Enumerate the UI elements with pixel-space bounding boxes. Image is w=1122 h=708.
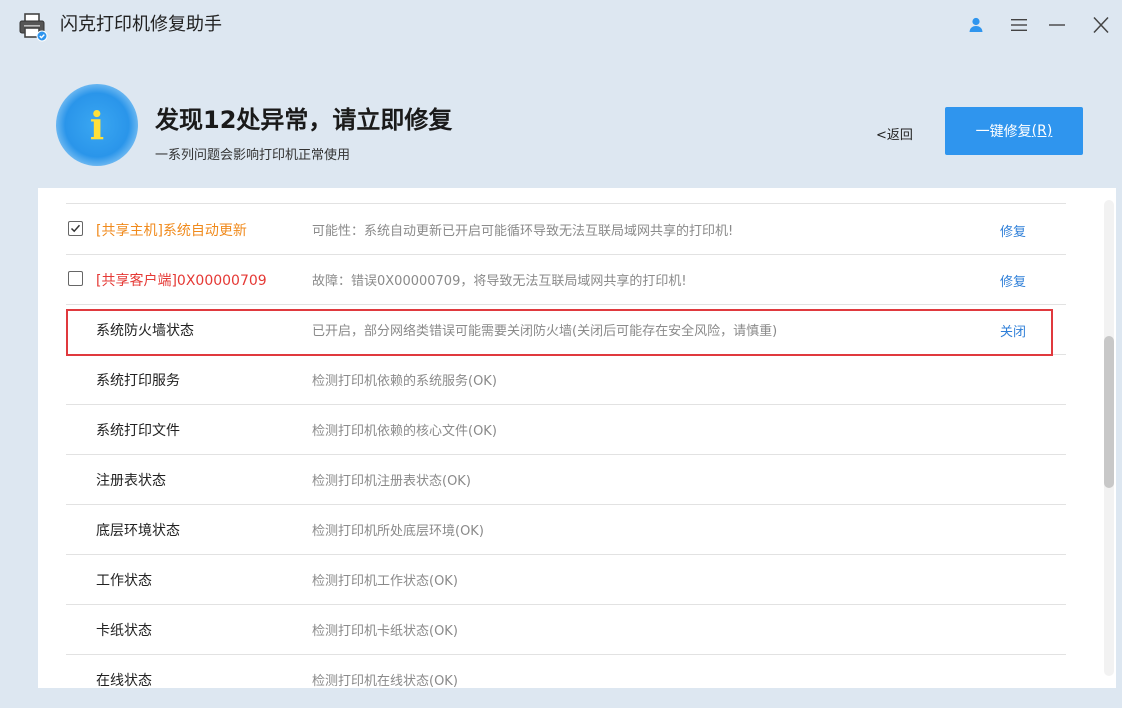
fix-button-label: 一键修复	[975, 124, 1032, 140]
row-name: 在线状态	[96, 673, 152, 688]
status-header: i 发现12处异常，请立即修复 一系列问题会影响打印机正常使用 <返回 一键修复…	[0, 52, 1122, 188]
info-icon: i	[56, 84, 138, 166]
user-icon[interactable]	[964, 12, 988, 38]
row-name: [共享主机]系统自动更新	[96, 223, 247, 239]
info-glyph: i	[89, 102, 105, 148]
row-description: 检测打印机注册表状态(OK)	[312, 474, 471, 489]
row-description: 检测打印机所处底层环境(OK)	[312, 524, 484, 539]
issue-list: [共享主机]系统自动更新 可能性：系统自动更新已开启可能循环导致无法互联局域网共享…	[38, 188, 1116, 688]
row-description: 检测打印机卡纸状态(OK)	[312, 624, 458, 639]
list-item: 系统打印文件 检测打印机依赖的核心文件(OK)	[66, 405, 1066, 455]
one-click-fix-button[interactable]: 一键修复 (R)	[945, 107, 1083, 155]
menu-icon[interactable]	[1006, 12, 1032, 38]
row-name: 注册表状态	[96, 473, 166, 489]
list-item: 底层环境状态 检测打印机所处底层环境(OK)	[66, 505, 1066, 555]
row-description: 检测打印机工作状态(OK)	[312, 574, 458, 589]
close-icon[interactable]	[1088, 12, 1114, 38]
row-description: 故障：错误0X00000709，将导致无法互联局域网共享的打印机!	[312, 274, 687, 289]
scrollbar-thumb[interactable]	[1104, 336, 1114, 488]
row-checkbox[interactable]	[68, 271, 83, 286]
minimize-icon[interactable]	[1044, 12, 1070, 38]
list-item: 注册表状态 检测打印机注册表状态(OK)	[66, 455, 1066, 505]
headline: 发现12处异常，请立即修复	[155, 106, 453, 134]
list-item: [共享客户端]0X00000709 故障：错误0X00000709，将导致无法互联…	[66, 255, 1066, 305]
row-action-link[interactable]: 修复	[1000, 221, 1026, 240]
row-name: 系统打印服务	[96, 373, 180, 389]
row-name: 系统打印文件	[96, 423, 180, 439]
row-name: [共享客户端]0X00000709	[96, 273, 267, 289]
list-item: 卡纸状态 检测打印机卡纸状态(OK)	[66, 605, 1066, 655]
row-name: 卡纸状态	[96, 623, 152, 639]
app-title: 闪克打印机修复助手	[60, 14, 222, 35]
list-item: 工作状态 检测打印机工作状态(OK)	[66, 555, 1066, 605]
list-item	[66, 188, 1066, 204]
row-description: 可能性：系统自动更新已开启可能循环导致无法互联局域网共享的打印机!	[312, 224, 734, 239]
row-name: 系统防火墙状态	[96, 323, 194, 339]
list-item: [共享主机]系统自动更新 可能性：系统自动更新已开启可能循环导致无法互联局域网共享…	[66, 205, 1066, 255]
fix-button-shortcut: (R)	[1031, 123, 1053, 139]
row-description: 检测打印机依赖的系统服务(OK)	[312, 374, 497, 389]
row-name: 底层环境状态	[96, 523, 180, 539]
title-bar: 闪克打印机修复助手	[0, 0, 1122, 52]
row-checkbox[interactable]	[68, 221, 83, 236]
row-action-link[interactable]: 修复	[1000, 271, 1026, 290]
row-action-link[interactable]: 关闭	[1000, 321, 1026, 340]
list-item: 系统打印服务 检测打印机依赖的系统服务(OK)	[66, 355, 1066, 405]
row-name: 工作状态	[96, 573, 152, 589]
back-link[interactable]: <返回	[876, 124, 913, 143]
row-description: 检测打印机在线状态(OK)	[312, 674, 458, 688]
list-item: 在线状态 检测打印机在线状态(OK)	[66, 655, 1066, 688]
row-description: 检测打印机依赖的核心文件(OK)	[312, 424, 497, 439]
printer-app-icon	[18, 12, 48, 42]
list-item: 系统防火墙状态 已开启，部分网络类错误可能需要关闭防火墙(关闭后可能存在安全风险，…	[66, 305, 1066, 355]
row-description: 已开启，部分网络类错误可能需要关闭防火墙(关闭后可能存在安全风险，请慎重)	[312, 324, 778, 339]
subline: 一系列问题会影响打印机正常使用	[155, 148, 351, 163]
